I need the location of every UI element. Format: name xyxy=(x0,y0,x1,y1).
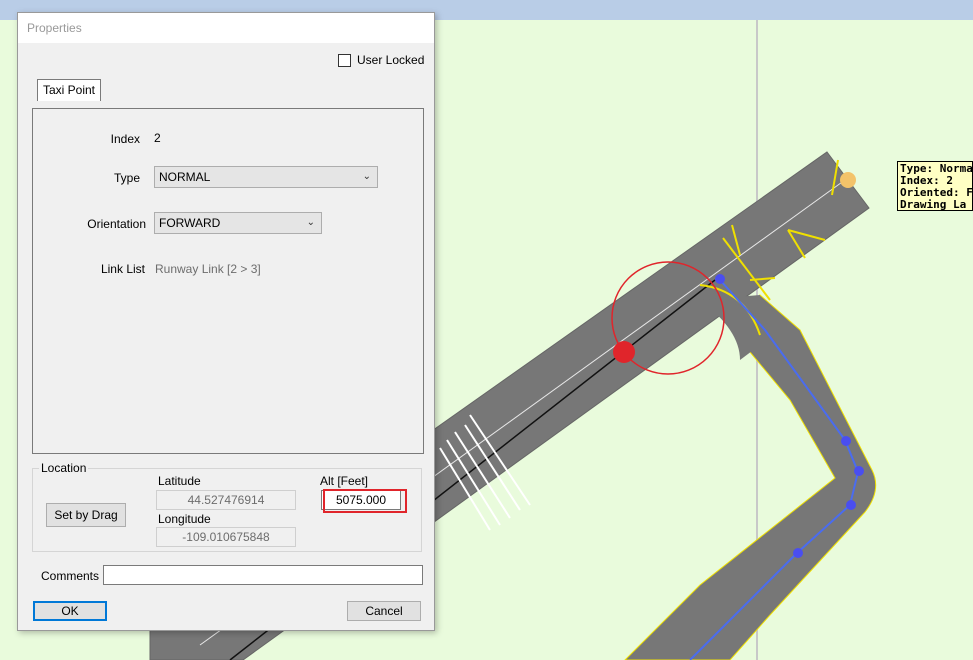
selected-taxi-point[interactable] xyxy=(613,341,635,363)
cancel-button[interactable]: Cancel xyxy=(347,601,421,621)
map-tooltip: Type: Normal Index: 2 Oriented: Forward … xyxy=(897,161,973,211)
orientation-label: Orientation xyxy=(87,217,146,231)
user-locked-checkbox[interactable]: User Locked xyxy=(338,53,424,67)
properties-dialog: Properties User Locked Taxi Point Index … xyxy=(17,12,435,631)
taxiway-fillet xyxy=(700,295,760,360)
dialog-title: Properties xyxy=(18,13,434,43)
comments-field[interactable] xyxy=(103,565,423,585)
type-dropdown[interactable]: NORMAL ⌄ xyxy=(154,166,378,188)
longitude-label: Longitude xyxy=(158,512,211,526)
orientation-dropdown[interactable]: FORWARD ⌄ xyxy=(154,212,322,234)
chevron-down-icon[interactable]: ⌄ xyxy=(363,167,371,187)
longitude-field[interactable]: -109.010675848 xyxy=(156,527,296,547)
index-value: 2 xyxy=(154,131,161,145)
comments-label: Comments xyxy=(41,569,100,583)
ok-button[interactable]: OK xyxy=(33,601,107,621)
set-by-drag-button[interactable]: Set by Drag xyxy=(46,503,126,527)
altitude-highlight xyxy=(323,489,407,513)
link-list-value[interactable]: Runway Link [2 > 3] xyxy=(155,262,261,276)
tab-taxi-point[interactable]: Taxi Point xyxy=(37,79,101,101)
chevron-down-icon[interactable]: ⌄ xyxy=(307,213,315,233)
index-label: Index xyxy=(110,132,140,146)
type-value: NORMAL xyxy=(159,170,211,184)
latitude-field[interactable]: 44.527476914 xyxy=(156,490,296,510)
location-group-label: Location xyxy=(39,461,89,475)
location-group: Location Set by Drag Latitude 44.5274769… xyxy=(32,461,422,552)
link-list-label: Link List xyxy=(100,262,145,276)
runway-end-marker[interactable] xyxy=(840,172,856,188)
type-label: Type xyxy=(113,171,140,185)
latitude-label: Latitude xyxy=(158,474,201,488)
taxi-point-panel: Index 2 Type NORMAL ⌄ Orientation FORWAR… xyxy=(32,108,424,454)
alt-label: Alt [Feet] xyxy=(320,474,369,488)
user-locked-label: User Locked xyxy=(357,53,425,67)
checkbox-box[interactable] xyxy=(338,53,351,67)
orientation-value: FORWARD xyxy=(159,216,221,230)
